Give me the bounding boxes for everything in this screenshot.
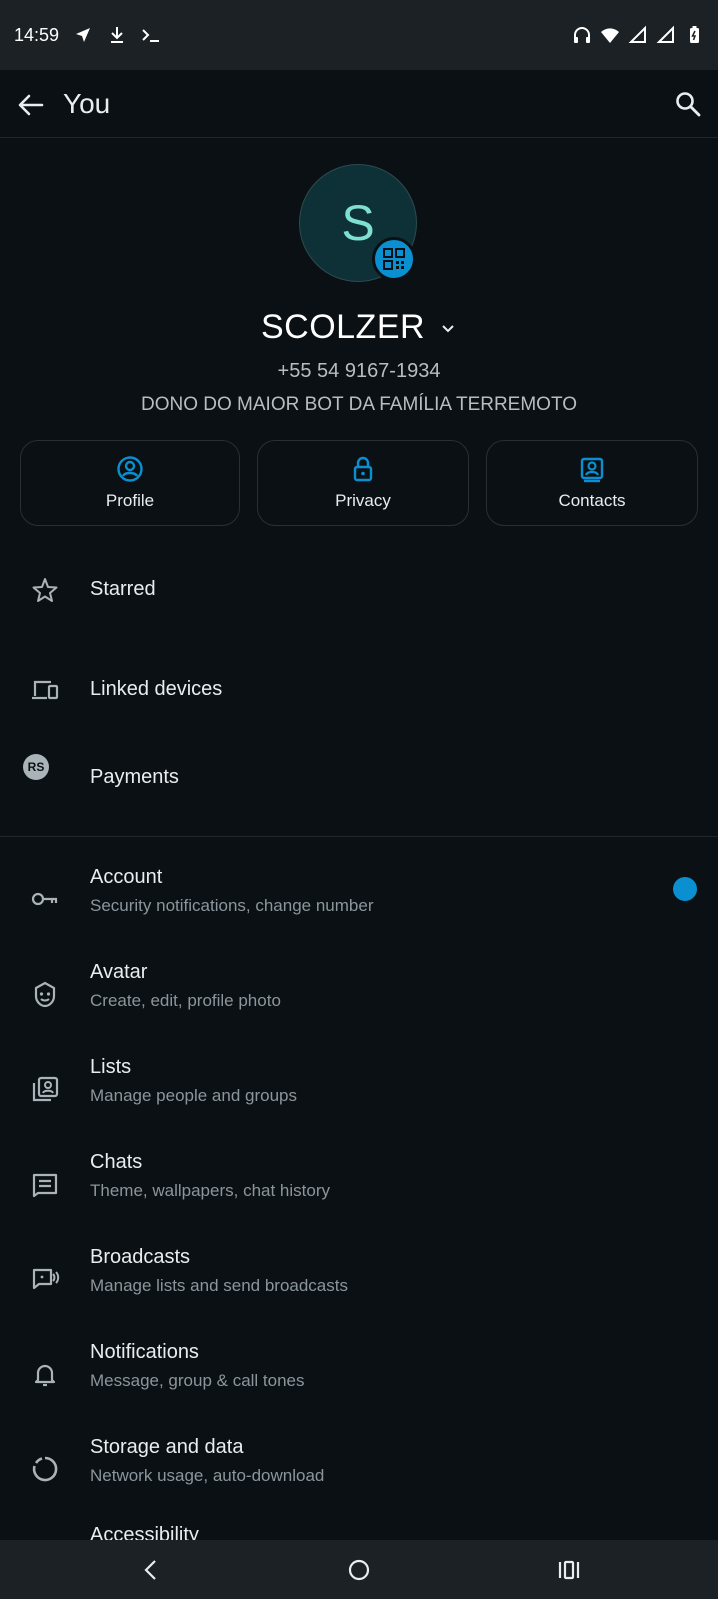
bell-icon bbox=[34, 1364, 56, 1387]
section-divider bbox=[0, 836, 718, 837]
privacy-button-label: Privacy bbox=[335, 491, 391, 510]
search-icon[interactable] bbox=[674, 90, 702, 118]
back-arrow-icon[interactable] bbox=[16, 90, 46, 120]
menu-item-payments[interactable]: RS Payments bbox=[0, 740, 718, 820]
download-icon bbox=[111, 27, 124, 43]
contacts-button-label: Contacts bbox=[558, 491, 626, 510]
menu-item-broadcasts[interactable]: Broadcasts Manage lists and send broadca… bbox=[0, 1238, 718, 1318]
menu-item-sub: Network usage, auto-download bbox=[90, 1466, 325, 1485]
contacts-icon bbox=[580, 457, 604, 483]
menu-item-chats[interactable]: Chats Theme, wallpapers, chat history bbox=[0, 1143, 718, 1223]
app-bar: You bbox=[0, 70, 718, 138]
menu-item-sub: Create, edit, profile photo bbox=[90, 991, 281, 1010]
menu-item-storage[interactable]: Storage and data Network usage, auto-dow… bbox=[0, 1428, 718, 1508]
menu-item-sub: Security notifications, change number bbox=[90, 896, 374, 915]
devices-icon bbox=[32, 680, 59, 700]
menu-item-label: Notifications bbox=[90, 1341, 199, 1363]
profile-name-row[interactable]: SCOLZER bbox=[0, 308, 718, 347]
battery-icon bbox=[690, 26, 699, 43]
avatar-initial: S bbox=[341, 195, 375, 251]
status-time: 14:59 bbox=[14, 24, 60, 45]
lists-icon bbox=[32, 1076, 59, 1102]
menu-item-label: Lists bbox=[90, 1056, 132, 1078]
privacy-button[interactable]: Privacy bbox=[257, 440, 469, 526]
profile-avatar[interactable]: S bbox=[299, 164, 417, 282]
menu-item-label: Linked devices bbox=[90, 678, 223, 700]
star-icon bbox=[32, 578, 58, 602]
account-notification-dot bbox=[673, 877, 697, 901]
menu-item-sub: Manage lists and send broadcasts bbox=[90, 1276, 348, 1295]
headset-icon bbox=[574, 27, 590, 43]
location-arrow-icon bbox=[76, 28, 91, 42]
chat-icon bbox=[32, 1173, 58, 1198]
menu-item-sub: Manage people and groups bbox=[90, 1086, 297, 1105]
page-title: You bbox=[63, 88, 111, 119]
menu-item-label: Chats bbox=[90, 1151, 143, 1173]
broadcast-icon bbox=[32, 1268, 60, 1290]
menu-item-linked-devices[interactable]: Linked devices bbox=[0, 660, 718, 720]
contacts-button[interactable]: Contacts bbox=[486, 440, 698, 526]
menu-item-label: Accessibility bbox=[90, 1524, 199, 1540]
profile-button-label: Profile bbox=[105, 491, 155, 510]
nav-recents-icon[interactable] bbox=[556, 1557, 582, 1583]
menu-item-sub: Theme, wallpapers, chat history bbox=[90, 1181, 330, 1200]
key-icon bbox=[31, 892, 58, 906]
avatar-face-icon bbox=[34, 981, 56, 1008]
menu-item-starred[interactable]: Starred bbox=[0, 560, 718, 620]
menu-item-label: Payments bbox=[90, 766, 179, 788]
signal-2-icon bbox=[656, 25, 674, 43]
menu-item-avatar[interactable]: Avatar Create, edit, profile photo bbox=[0, 953, 718, 1033]
system-nav-bar bbox=[0, 1540, 718, 1599]
profile-name[interactable]: SCOLZER bbox=[261, 308, 425, 346]
menu-item-notifications[interactable]: Notifications Message, group & call tone… bbox=[0, 1333, 718, 1413]
menu-item-label: Broadcasts bbox=[90, 1246, 191, 1268]
terminal-icon bbox=[142, 29, 160, 42]
nav-home-icon[interactable] bbox=[346, 1557, 372, 1583]
qr-code-icon bbox=[383, 248, 405, 270]
chevron-down-icon[interactable] bbox=[439, 320, 457, 338]
qr-code-button[interactable] bbox=[372, 237, 416, 281]
menu-item-accessibility[interactable]: Accessibility bbox=[0, 1520, 718, 1540]
menu-item-label: Starred bbox=[90, 578, 156, 600]
wifi-icon bbox=[601, 28, 619, 43]
profile-about: DONO DO MAIOR BOT DA FAMÍLIA TERREMOTO bbox=[140, 394, 578, 415]
status-bar: 14:59 bbox=[0, 0, 718, 70]
menu-item-lists[interactable]: Lists Manage people and groups bbox=[0, 1048, 718, 1128]
menu-item-account[interactable]: Account Security notifications, change n… bbox=[0, 858, 718, 938]
signal-icon bbox=[628, 25, 646, 43]
menu-item-label: Account bbox=[90, 866, 163, 888]
lock-icon bbox=[353, 456, 373, 482]
nav-back-icon[interactable] bbox=[138, 1557, 164, 1583]
profile-phone: +55 54 9167-1934 bbox=[277, 360, 441, 382]
menu-item-label: Avatar bbox=[90, 961, 148, 983]
storage-circle-icon bbox=[32, 1456, 58, 1482]
payments-rs-icon: RS bbox=[23, 754, 49, 780]
menu-item-label: Storage and data bbox=[90, 1436, 244, 1458]
profile-button[interactable]: Profile bbox=[20, 440, 240, 526]
payments-icon-text: RS bbox=[27, 760, 45, 774]
profile-circle-icon bbox=[117, 456, 143, 482]
menu-item-sub: Message, group & call tones bbox=[90, 1371, 305, 1390]
